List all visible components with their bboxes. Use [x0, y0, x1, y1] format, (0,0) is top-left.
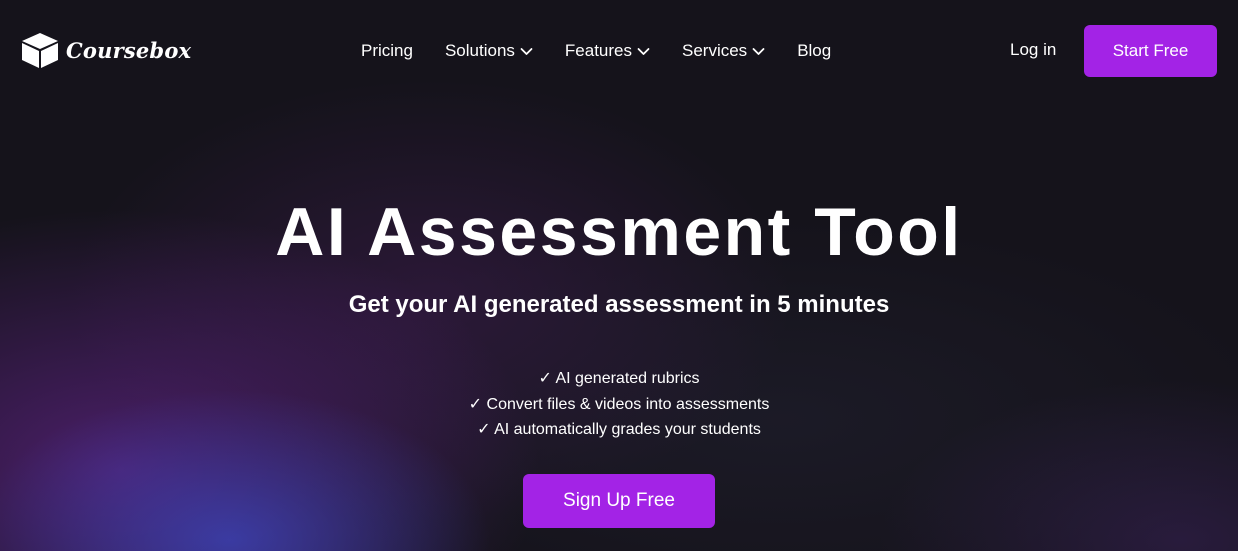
box-icon [22, 33, 58, 68]
feature-item: ✓ AI generated rubrics [538, 370, 700, 387]
nav-item-label: Solutions [444, 41, 515, 60]
brand-logo[interactable]: Coursebox [20, 30, 191, 70]
feature-item: ✓ Convert files & videos into assessment… [468, 395, 770, 413]
hero-title: AI Assessment Tool [275, 194, 963, 270]
login-link[interactable]: Log in [1010, 40, 1056, 60]
nav-item-features[interactable]: Features [565, 41, 650, 61]
nav-item-label: Services [682, 41, 748, 60]
feature-item: ✓ AI automatically grades your students [477, 421, 761, 438]
chevron-down-icon [637, 47, 650, 55]
main-nav: Pricing Solutions Features Services Blog [361, 40, 831, 62]
nav-item-solutions[interactable]: Solutions [445, 41, 533, 61]
sign-up-free-button[interactable]: Sign Up Free [523, 474, 715, 528]
nav-item-label: Pricing [361, 41, 413, 60]
nav-item-services[interactable]: Services [682, 41, 765, 61]
nav-item-label: Blog [797, 41, 832, 60]
chevron-down-icon [520, 47, 533, 55]
hero-subtitle: Get your AI generated assessment in 5 mi… [348, 291, 890, 318]
start-free-button[interactable]: Start Free [1084, 25, 1217, 77]
chevron-down-icon [752, 47, 765, 55]
feature-list: ✓ AI generated rubrics ✓ Convert files &… [0, 366, 1238, 443]
brand-name: Coursebox [66, 37, 192, 63]
nav-item-label: Features [564, 41, 632, 60]
nav-item-blog[interactable]: Blog [797, 41, 831, 61]
site-header: Coursebox Pricing Solutions Features Ser… [0, 0, 1238, 100]
nav-item-pricing[interactable]: Pricing [361, 41, 413, 61]
